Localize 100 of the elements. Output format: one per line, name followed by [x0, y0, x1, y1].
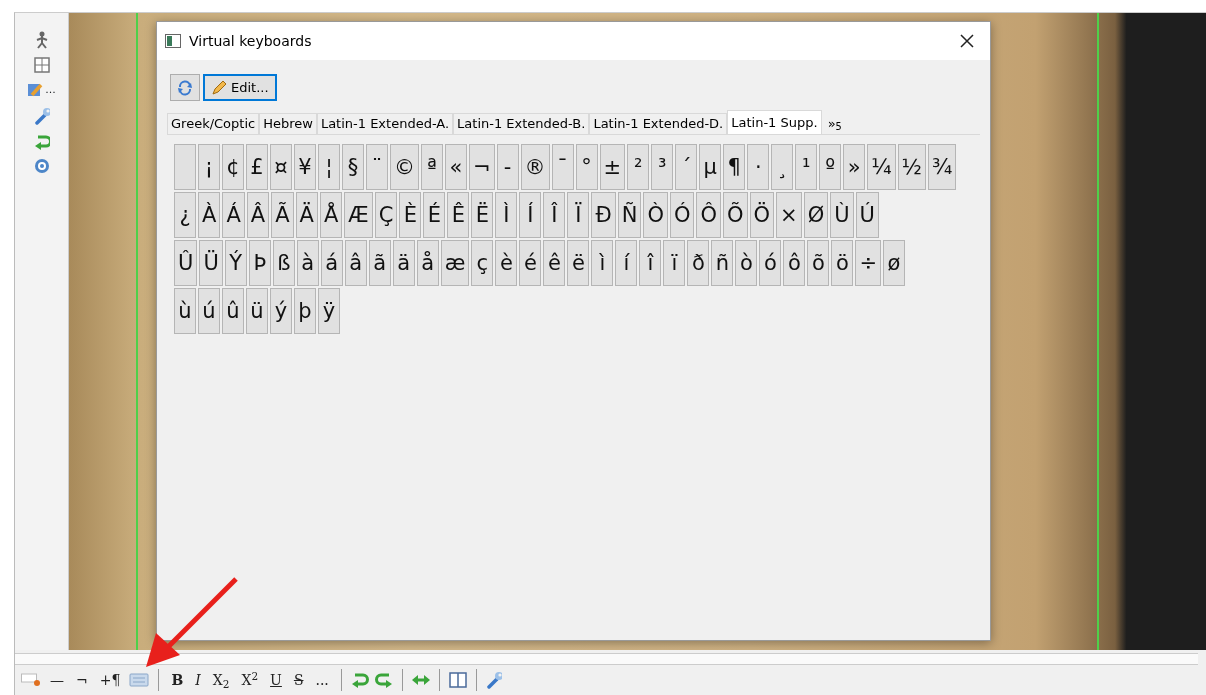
insert-button[interactable]: ¬ — [73, 673, 91, 688]
character-key[interactable]: ¼ — [867, 144, 896, 190]
character-key[interactable]: ® — [520, 144, 550, 190]
character-key[interactable]: õ — [807, 240, 830, 286]
insert-button[interactable]: +¶ — [96, 673, 124, 688]
character-key[interactable]: Ò — [643, 192, 668, 238]
character-key[interactable]: þ — [294, 288, 316, 334]
character-key[interactable]: ¿ — [174, 192, 196, 238]
redo-icon[interactable] — [374, 671, 393, 690]
character-key[interactable]: ñ — [711, 240, 734, 286]
double-arrow-icon[interactable] — [411, 674, 430, 687]
character-key[interactable]: Ô — [696, 192, 721, 238]
character-key[interactable]: ð — [687, 240, 710, 286]
character-key[interactable]: ¸ — [771, 144, 794, 190]
character-key[interactable]: Æ — [344, 192, 373, 238]
character-key[interactable]: ¾ — [927, 144, 957, 190]
wrench-icon[interactable] — [33, 107, 50, 125]
character-key[interactable]: Ä — [295, 192, 318, 238]
character-key[interactable]: ë — [567, 240, 590, 286]
character-key[interactable]: º — [819, 144, 842, 190]
character-key[interactable]: Ñ — [617, 192, 642, 238]
character-key[interactable]: ¡ — [198, 144, 220, 190]
more-label[interactable]: ... — [45, 81, 56, 99]
character-key[interactable]: ê — [543, 240, 566, 286]
character-key[interactable]: « — [445, 144, 467, 190]
character-key[interactable]: ý — [270, 288, 292, 334]
character-key[interactable]: Ý — [224, 240, 247, 286]
character-key[interactable]: À — [198, 192, 221, 238]
character-key[interactable]: ² — [627, 144, 650, 190]
character-key[interactable]: ´ — [675, 144, 698, 190]
character-key[interactable]: Õ — [723, 192, 748, 238]
character-key[interactable]: ú — [198, 288, 220, 334]
character-key[interactable]: ± — [599, 144, 626, 190]
character-key[interactable]: à — [296, 240, 319, 286]
character-key[interactable]: ¬ — [469, 144, 495, 190]
character-key[interactable]: Ë — [471, 192, 494, 238]
character-key[interactable]: Â — [246, 192, 270, 238]
format-button[interactable]: X$^{2}$ — [238, 673, 262, 688]
character-key[interactable]: ö — [831, 240, 854, 286]
grid-icon[interactable] — [33, 57, 50, 73]
format-button[interactable]: B — [168, 673, 187, 688]
character-key[interactable]: ü — [246, 288, 268, 334]
character-key[interactable]: ó — [759, 240, 782, 286]
character-key[interactable]: á — [320, 240, 343, 286]
character-key[interactable]: ¥ — [294, 144, 316, 190]
character-key[interactable]: Ø — [803, 192, 829, 238]
character-key[interactable]: ç — [471, 240, 494, 286]
tab[interactable]: Latin-1 Extended-B. — [453, 113, 590, 134]
character-key[interactable]: § — [342, 144, 364, 190]
character-key[interactable]: Ç — [374, 192, 398, 238]
tab[interactable]: Hebrew — [259, 113, 317, 134]
character-key[interactable]: ª — [421, 144, 443, 190]
format-button[interactable]: ... — [312, 673, 332, 688]
character-key[interactable]: ¯ — [551, 144, 574, 190]
format-button[interactable]: S — [290, 673, 307, 688]
character-key[interactable]: ÿ — [318, 288, 340, 334]
character-key[interactable]: ï — [663, 240, 686, 286]
undo-icon[interactable] — [33, 133, 50, 150]
character-key[interactable]: Þ — [248, 240, 271, 286]
tab[interactable]: Latin-1 Extended-A. — [316, 113, 454, 134]
character-key[interactable]: Ù — [830, 192, 854, 238]
character-key[interactable]: æ — [440, 240, 470, 286]
character-key[interactable]: ã — [368, 240, 391, 286]
character-key[interactable]: û — [222, 288, 244, 334]
character-key[interactable]: · — [747, 144, 770, 190]
tab[interactable]: Latin-1 Extended-D. — [589, 113, 728, 134]
field-icon[interactable] — [21, 673, 41, 688]
character-key[interactable]: Ú — [855, 192, 879, 238]
character-key[interactable]: é — [519, 240, 542, 286]
format-button[interactable]: X$_{2}$ — [209, 673, 233, 688]
character-key[interactable]: ß — [272, 240, 295, 286]
character-key[interactable]: å — [416, 240, 439, 286]
columns-icon[interactable] — [448, 672, 467, 689]
tab[interactable]: Greek/Coptic — [167, 113, 260, 134]
character-key[interactable]: × — [776, 192, 802, 238]
character-key[interactable]: â — [344, 240, 367, 286]
character-key[interactable]: Ö — [749, 192, 775, 238]
insert-button[interactable]: — — [47, 673, 67, 688]
character-key[interactable]: µ — [699, 144, 722, 190]
character-key[interactable]: © — [390, 144, 419, 190]
tab[interactable]: Latin-1 Supp. — [727, 110, 822, 134]
character-key[interactable]: ¤ — [270, 144, 292, 190]
character-key[interactable]: ø — [883, 240, 905, 286]
character-key[interactable]: Ü — [199, 240, 223, 286]
character-key[interactable]: Ð — [591, 192, 616, 238]
format-button[interactable]: I — [192, 673, 204, 688]
character-key[interactable]: Û — [174, 240, 198, 286]
character-key[interactable]: ù — [174, 288, 196, 334]
character-key[interactable]: ì — [591, 240, 614, 286]
character-key[interactable]: ÷ — [855, 240, 881, 286]
character-key[interactable]: È — [399, 192, 422, 238]
character-key[interactable]: ° — [575, 144, 598, 190]
wrench-icon[interactable] — [485, 671, 502, 690]
character-key[interactable]: è — [495, 240, 518, 286]
horizontal-scrollbar[interactable] — [15, 653, 1198, 666]
edit-icon[interactable] — [27, 82, 44, 98]
format-button[interactable]: U — [267, 673, 285, 688]
character-key[interactable]: î — [639, 240, 662, 286]
character-key[interactable]: í — [615, 240, 638, 286]
character-key[interactable]: Ê — [447, 192, 470, 238]
